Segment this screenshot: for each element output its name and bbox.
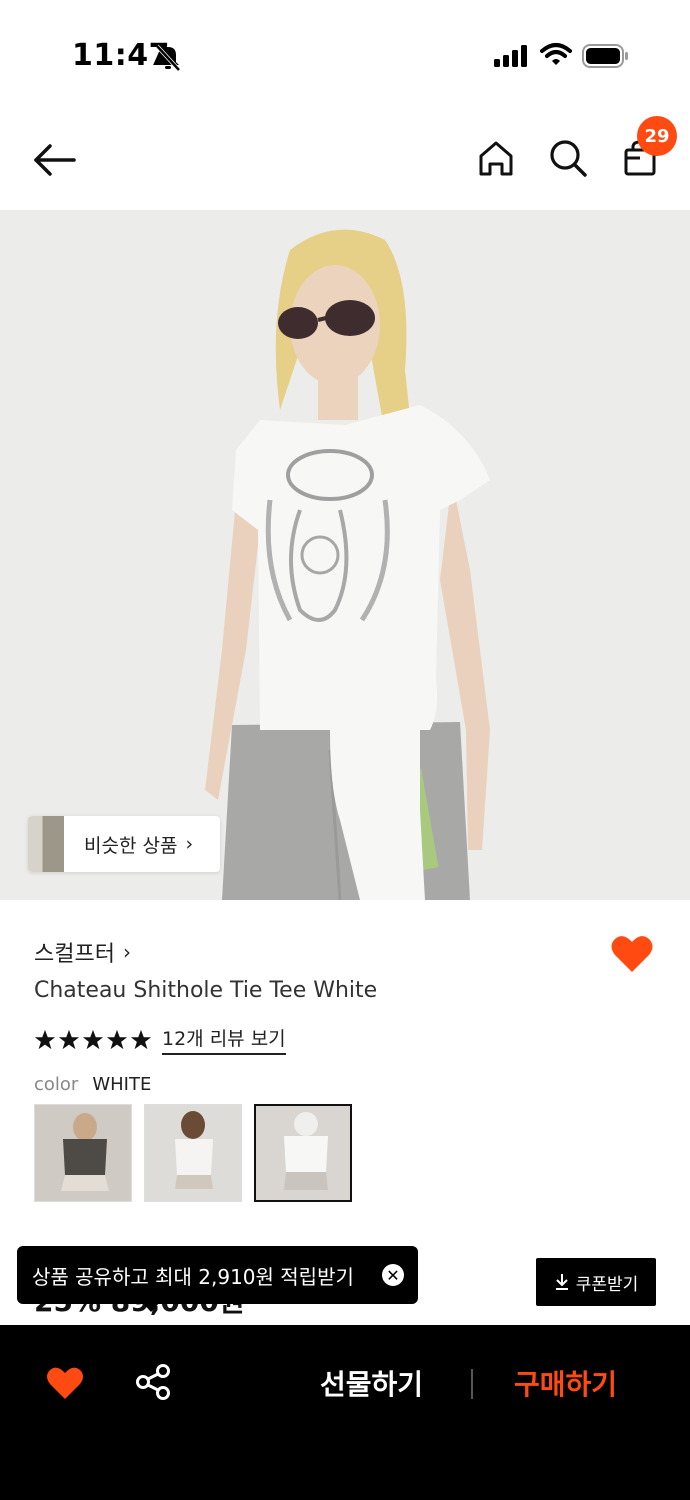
- heart-icon[interactable]: [46, 1365, 84, 1401]
- top-nav: [0, 110, 690, 210]
- product-image[interactable]: [0, 210, 690, 900]
- star-icon: [58, 1029, 80, 1049]
- swatch-thumbnail: [256, 1106, 350, 1200]
- brand-link[interactable]: 스컬프터 ›: [34, 936, 131, 968]
- color-swatch-black[interactable]: [34, 1104, 132, 1202]
- coupon-label: 쿠폰받기: [575, 1274, 639, 1295]
- review-link[interactable]: 12개 리뷰 보기: [162, 1024, 286, 1055]
- star-icon: [106, 1029, 128, 1049]
- share-reward-text: 상품 공유하고 최대 2,910원 적립받기: [32, 1264, 354, 1289]
- wifi-icon: [540, 43, 572, 65]
- coupon-download-button[interactable]: 쿠폰받기: [536, 1258, 656, 1306]
- color-row: color WHITE: [34, 1074, 151, 1095]
- buy-button[interactable]: 구매하기: [514, 1363, 617, 1403]
- status-bar: 11:47: [0, 0, 690, 110]
- brand-name: 스컬프터: [34, 942, 115, 967]
- star-icon: [82, 1029, 104, 1049]
- model-photo: [0, 210, 690, 900]
- color-swatch-white[interactable]: [144, 1104, 242, 1202]
- share-reward-tooltip: 상품 공유하고 최대 2,910원 적립받기 ✕: [17, 1246, 418, 1304]
- color-label: color: [34, 1074, 79, 1095]
- home-icon[interactable]: [474, 136, 518, 180]
- search-icon[interactable]: [546, 136, 590, 180]
- product-name: Chateau Shithole Tie Tee White: [34, 978, 378, 1003]
- back-arrow-icon[interactable]: [30, 138, 80, 182]
- cart-count-badge: 29: [637, 116, 677, 156]
- gift-button[interactable]: 선물하기: [320, 1363, 423, 1403]
- bell-muted-icon: [155, 44, 181, 72]
- swatch-thumbnail: [35, 1105, 131, 1201]
- bottom-action-bar: 선물하기 구매하기: [0, 1325, 690, 1500]
- share-icon[interactable]: [134, 1363, 172, 1401]
- chevron-right-icon: ›: [185, 833, 194, 855]
- tooltip-tail: [142, 1302, 160, 1312]
- close-icon[interactable]: ✕: [382, 1264, 404, 1286]
- star-rating: [34, 1029, 152, 1051]
- color-value: WHITE: [92, 1074, 152, 1095]
- similar-product-thumbnail: [28, 816, 64, 872]
- cellular-signal-icon: [494, 45, 527, 67]
- battery-icon: [582, 44, 628, 68]
- star-icon: [130, 1029, 152, 1049]
- similar-products-button[interactable]: 비슷한 상품 ›: [28, 816, 220, 872]
- swatch-thumbnail: [145, 1105, 241, 1201]
- chevron-right-icon: ›: [122, 940, 131, 964]
- similar-products-label: 비슷한 상품: [84, 834, 178, 857]
- divider: [471, 1369, 473, 1399]
- heart-icon[interactable]: [610, 934, 654, 974]
- color-swatches: [34, 1104, 352, 1202]
- star-icon: [34, 1029, 56, 1049]
- color-swatch-white-selected[interactable]: [254, 1104, 352, 1202]
- rating-row: 12개 리뷰 보기: [34, 1024, 286, 1055]
- download-icon: [555, 1274, 568, 1290]
